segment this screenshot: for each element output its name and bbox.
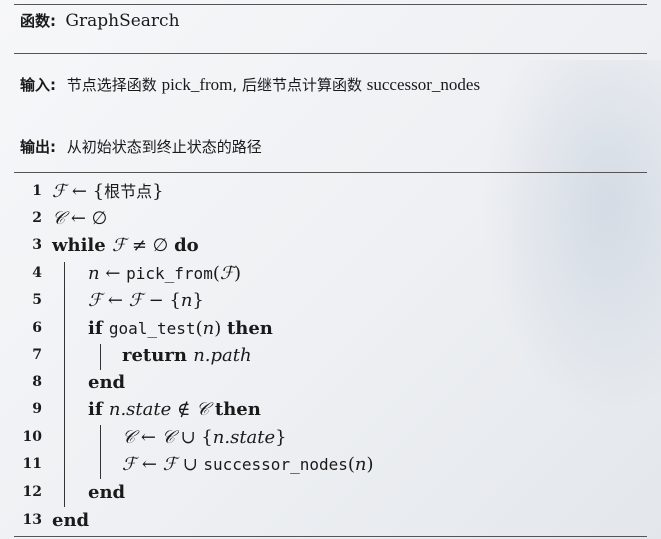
code-text: n ← pick_from(ℱ) (88, 260, 241, 287)
line-number: 9 (32, 401, 42, 417)
code-token: n (180, 290, 193, 311)
code-token: ( (212, 263, 220, 284)
input-label: 输入: (20, 76, 56, 94)
if-block-bar-1 (100, 344, 101, 370)
code-text: return n.path (122, 342, 252, 369)
code-token: − { (142, 290, 181, 311)
input-text-1: 节点选择函数 (66, 76, 157, 94)
code-token: ← { (66, 181, 105, 202)
line-number: 2 (32, 210, 42, 226)
bottom-rule (14, 536, 647, 537)
output-label: 输出: (20, 138, 56, 156)
algorithm-header: 函数: GraphSearch (20, 10, 180, 31)
code-text: ℱ ← {根节点} (52, 178, 164, 205)
function-label: 函数: (20, 12, 56, 30)
code-text: 𝒞 ← 𝒞 ∪ {n.state} (122, 424, 287, 451)
code-text: end (88, 479, 125, 506)
code-token: if (88, 399, 109, 420)
code-token: ℱ (219, 263, 235, 284)
code-token: ( (195, 318, 203, 339)
while-block-bar (64, 262, 65, 507)
code-token: 根节点 (104, 182, 153, 201)
line-number: 3 (32, 237, 42, 253)
output-text: 从初始状态到终止状态的路径 (66, 138, 262, 156)
output-line: 输出: 从初始状态到终止状态的路径 (20, 136, 262, 157)
code-token: pick_from (126, 264, 213, 283)
line-number: 10 (22, 429, 42, 445)
code-token: n (88, 263, 100, 284)
code-token: ← (136, 454, 163, 475)
code-token: n.state (212, 427, 276, 448)
if-block-bar-2 (100, 425, 101, 479)
code-token: ) (214, 318, 227, 339)
code-token: n.state (108, 399, 172, 420)
code-token: end (88, 372, 126, 393)
function-name: GraphSearch (65, 11, 180, 31)
code-token: ℱ (122, 454, 137, 475)
background-decoration (481, 60, 661, 420)
code-text: if n.state ∉ 𝒞 then (88, 396, 261, 423)
code-token: } (275, 427, 287, 448)
code-token: ℱ (52, 181, 67, 202)
input-func-2: successor_nodes (366, 75, 481, 94)
header-rule (14, 53, 647, 54)
input-line: 输入: 节点选择函数 pick_from, 后继节点计算函数 successor… (20, 74, 480, 95)
code-token: ) (234, 263, 242, 284)
code-token: successor_nodes (203, 455, 348, 474)
code-token: } (192, 290, 204, 311)
code-token: if (88, 318, 109, 339)
line-number: 7 (32, 347, 42, 363)
code-token: ← (102, 290, 129, 311)
code-token: goal_test (108, 319, 196, 338)
input-text-2: 后继节点计算函数 (241, 76, 362, 94)
code-text: end (88, 369, 125, 396)
code-token: while (52, 235, 112, 256)
code-token: ← (99, 263, 127, 284)
code-token: 𝒞 (122, 427, 136, 448)
line-number: 13 (22, 512, 42, 528)
code-token: 𝒞 (52, 208, 66, 229)
code-text: ℱ ← ℱ ∪ successor_nodes(n) (122, 451, 374, 478)
code-token: ∉ (171, 399, 197, 420)
code-token: ℱ (111, 235, 127, 256)
code-token: ℱ (88, 290, 103, 311)
code-token: ← (135, 427, 162, 448)
code-token: end (88, 482, 126, 503)
code-token: n (202, 318, 215, 339)
line-number: 8 (32, 374, 42, 390)
code-token: ( (347, 454, 355, 475)
code-text: ℱ ← ℱ − {n} (88, 287, 204, 314)
input-func-1: pick_from (161, 75, 233, 94)
code-top-rule (14, 172, 647, 173)
line-number: 5 (32, 292, 42, 308)
line-number: 12 (22, 484, 42, 500)
top-rule (14, 4, 647, 5)
code-token: n (354, 454, 367, 475)
input-separator: , (232, 76, 238, 94)
line-number: 4 (32, 265, 42, 281)
code-token: ← ∅ (65, 208, 108, 229)
code-token: 𝒞 (196, 399, 210, 420)
code-token: ∪ (176, 454, 204, 475)
code-token: 𝒞 (161, 427, 175, 448)
code-token: then (226, 318, 273, 339)
code-text: if goal_test(n) then (88, 315, 273, 342)
code-token: do (174, 235, 199, 256)
code-token: ) (366, 454, 374, 475)
code-token: n.path (193, 345, 252, 366)
code-token: ∪ { (174, 427, 213, 448)
code-token: ℱ (162, 454, 177, 475)
line-number: 6 (32, 320, 42, 336)
code-text: while ℱ ≠ ∅ do (52, 232, 199, 259)
code-text: end (52, 507, 89, 534)
code-token: } (152, 181, 164, 202)
line-number: 11 (22, 456, 42, 472)
code-token: ≠ ∅ (126, 235, 175, 256)
code-token: return (122, 345, 194, 366)
line-number: 1 (32, 183, 42, 199)
code-text: 𝒞 ← ∅ (52, 205, 107, 232)
code-token: then (214, 399, 261, 420)
code-token: ℱ (128, 290, 143, 311)
code-token: end (52, 510, 90, 531)
